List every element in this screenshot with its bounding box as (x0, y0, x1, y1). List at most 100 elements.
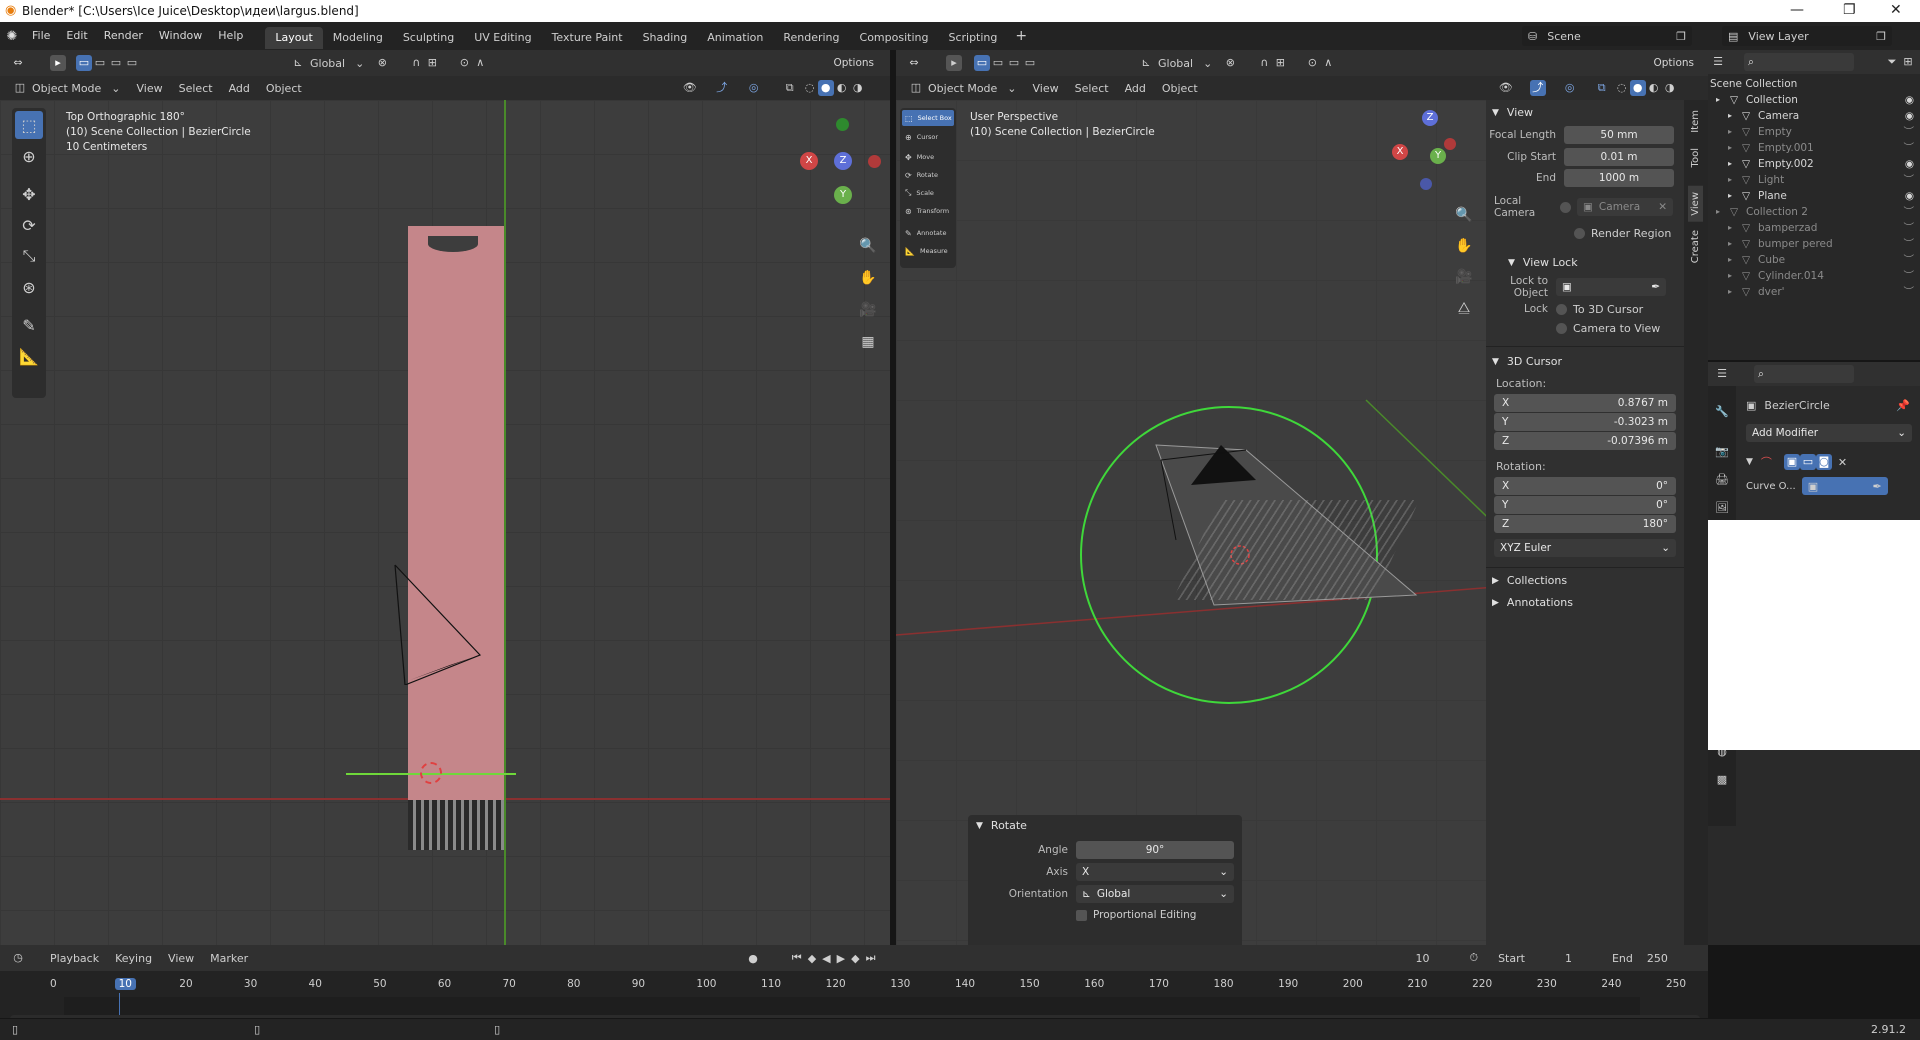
marker-menu[interactable]: Marker (210, 952, 248, 965)
outliner-item[interactable]: ▸ ▽ Empty.002 ◉ (1708, 156, 1920, 172)
jump-start-icon[interactable]: ⏮ (792, 951, 802, 965)
visibility-icon[interactable]: 👁 (682, 80, 698, 96)
rotate-tool-icon[interactable]: ⟳ (15, 211, 43, 239)
gizmo-neg-x[interactable] (868, 155, 881, 168)
operator-header[interactable]: ▼ Rotate (968, 815, 1242, 837)
local-camera-field[interactable]: ▣ Camera ✕ (1577, 198, 1673, 216)
rot-x-field[interactable]: X 0° (1494, 477, 1676, 495)
wireframe-shading-icon[interactable]: ◌ (802, 80, 818, 96)
select-extend-icon[interactable]: ▭ (990, 55, 1006, 71)
tab-layout[interactable]: Layout (265, 26, 323, 49)
play-icon[interactable]: ▶ (837, 952, 845, 965)
render-props-icon[interactable]: 📷 (1714, 444, 1730, 460)
outliner-item[interactable]: ▸ ▽ dver' ︶ (1708, 284, 1920, 300)
tab-rendering[interactable]: Rendering (773, 27, 849, 49)
maximize-icon[interactable]: ❐ (1843, 2, 1856, 18)
eyedropper-icon[interactable]: ✒ (1872, 480, 1881, 493)
tab-view[interactable]: View (1688, 186, 1703, 222)
view-menu[interactable]: View (137, 82, 163, 95)
lock-object-field[interactable]: ▣ ✒ (1556, 278, 1666, 296)
camera-to-view-row[interactable]: Camera to View (1556, 318, 1684, 338)
collapse-icon[interactable]: ▼ (1746, 457, 1753, 467)
expand-icon[interactable]: ▸ (1716, 204, 1726, 220)
playback-menu[interactable]: Playback (50, 952, 99, 965)
visibility-icon[interactable]: ◉ (1905, 156, 1914, 172)
navigation-gizmo[interactable]: Z X Y (1392, 110, 1482, 200)
pan-icon[interactable]: ✋ (858, 262, 878, 294)
cursor-tool[interactable]: ⊕ Cursor (900, 128, 956, 146)
focal-length-field[interactable]: 50 mm (1564, 126, 1674, 144)
ortho-grid-icon[interactable]: ▦ (858, 326, 878, 358)
solid-shading-icon[interactable]: ● (817, 80, 834, 96)
tab-create[interactable]: Create (1690, 230, 1701, 263)
close-icon[interactable]: ✕ (1890, 2, 1902, 18)
select-invert-icon[interactable]: ▭ (1022, 55, 1038, 71)
outliner-item[interactable]: ▸ ▽ Cube ︶ (1708, 252, 1920, 268)
proportional-checkbox[interactable] (1076, 909, 1087, 921)
zoom-icon[interactable]: 🔍 (1454, 200, 1474, 231)
zoom-icon[interactable]: 🔍 (858, 230, 878, 262)
tab-tool[interactable]: Tool (1690, 148, 1701, 167)
view-menu[interactable]: View (1033, 82, 1059, 95)
annotate-tool[interactable]: ✎ Annotate (900, 224, 956, 242)
end-field[interactable]: 250 (1647, 952, 1668, 965)
material-shading-icon[interactable]: ◐ (1646, 80, 1662, 96)
gizmo-z-axis[interactable]: Z (1422, 110, 1438, 126)
rot-z-field[interactable]: Z 180° (1494, 515, 1676, 533)
scale-tool[interactable]: ⤡ Scale (900, 184, 956, 202)
loc-y-field[interactable]: Y -0.3023 m (1494, 413, 1676, 431)
cursor-tool-icon[interactable]: ⊕ (15, 142, 43, 170)
gizmo-y-axis[interactable]: Y (1430, 148, 1446, 164)
view-panel-header[interactable]: ▼ View (1486, 102, 1684, 124)
expand-icon[interactable]: ▸ (1728, 156, 1738, 172)
add-workspace-icon[interactable]: + (1015, 28, 1027, 44)
editor-type-icon[interactable]: ☰ (1710, 54, 1726, 70)
annotate-tool-icon[interactable]: ✎ (15, 311, 43, 339)
expand-icon[interactable]: ▸ (1716, 92, 1726, 108)
visibility-icon[interactable]: ︶ (1904, 140, 1915, 156)
mode-dropdown[interactable]: Object Mode (32, 82, 101, 95)
clock-icon[interactable]: ⏱ (1469, 951, 1478, 965)
rotation-mode-dropdown[interactable]: XYZ Euler ⌄ (1494, 539, 1676, 557)
visibility-icon[interactable]: 👁 (1498, 80, 1514, 96)
perspective-toggle-icon[interactable]: ⧋ (1454, 293, 1474, 324)
solid-shading-icon[interactable]: ● (1629, 80, 1646, 96)
expand-icon[interactable]: ▸ (1728, 108, 1738, 124)
object-menu[interactable]: Object (266, 82, 302, 95)
outliner-item[interactable]: ▸ ▽ Plane ◉ (1708, 188, 1920, 204)
view-menu[interactable]: View (168, 952, 194, 965)
frame-ruler[interactable]: 0 10 20 30 40 50 60 70 80 90 100 110 120 130 140 150 160… (0, 975, 1708, 995)
pan-icon[interactable]: ✋ (1454, 231, 1474, 262)
selected-mesh-strip[interactable] (408, 226, 504, 801)
overlays-icon[interactable]: ◎ (1562, 80, 1578, 96)
curve-object-field[interactable]: ▣ ✒ (1801, 477, 1888, 495)
camera-view-icon[interactable]: 🎥 (858, 294, 878, 326)
orientation-dropdown[interactable]: Global (310, 57, 345, 70)
xray-icon[interactable]: ⧉ (1594, 80, 1610, 96)
snap-target-icon[interactable]: ⊞ (1272, 55, 1288, 71)
gizmo-neg-x[interactable] (1444, 138, 1456, 150)
outliner-item[interactable]: ▸ ▽ Collection 2 ︶ (1708, 204, 1920, 220)
scale-tool-icon[interactable]: ⤡ (15, 242, 43, 270)
rotate-tool[interactable]: ⟳ Rotate (900, 166, 956, 184)
select-new-icon[interactable]: ▭ (974, 55, 990, 71)
gizmo-x-axis[interactable]: X (1392, 144, 1408, 160)
cursor-panel-header[interactable]: ▼ 3D Cursor (1486, 351, 1684, 373)
orientation-icon[interactable]: ⊾ (1138, 55, 1154, 71)
add-menu[interactable]: Add (1125, 82, 1146, 95)
tire-tread-mesh[interactable] (408, 800, 504, 850)
select-tool-icon[interactable]: ▸ (50, 55, 66, 71)
snap-icon[interactable]: ∩ (1256, 55, 1272, 71)
transform-tool-icon[interactable]: ⊛ (15, 273, 43, 301)
select-subtract-icon[interactable]: ▭ (108, 55, 124, 71)
outliner-search-input[interactable]: ⌕ (1744, 53, 1854, 71)
expand-icon[interactable]: ▸ (1728, 188, 1738, 204)
rot-y-field[interactable]: Y 0° (1494, 496, 1676, 514)
orientation-dropdown[interactable]: Global (1158, 57, 1193, 70)
render-icon[interactable]: ◙ (1815, 454, 1832, 470)
falloff-icon[interactable]: ∧ (472, 55, 488, 71)
next-keyframe-icon[interactable]: ◆ (851, 952, 859, 965)
gizmo-neg-z[interactable] (1420, 178, 1432, 190)
visibility-icon[interactable]: ︶ (1904, 204, 1915, 220)
view-lock-header[interactable]: ▼ View Lock (1486, 252, 1684, 274)
